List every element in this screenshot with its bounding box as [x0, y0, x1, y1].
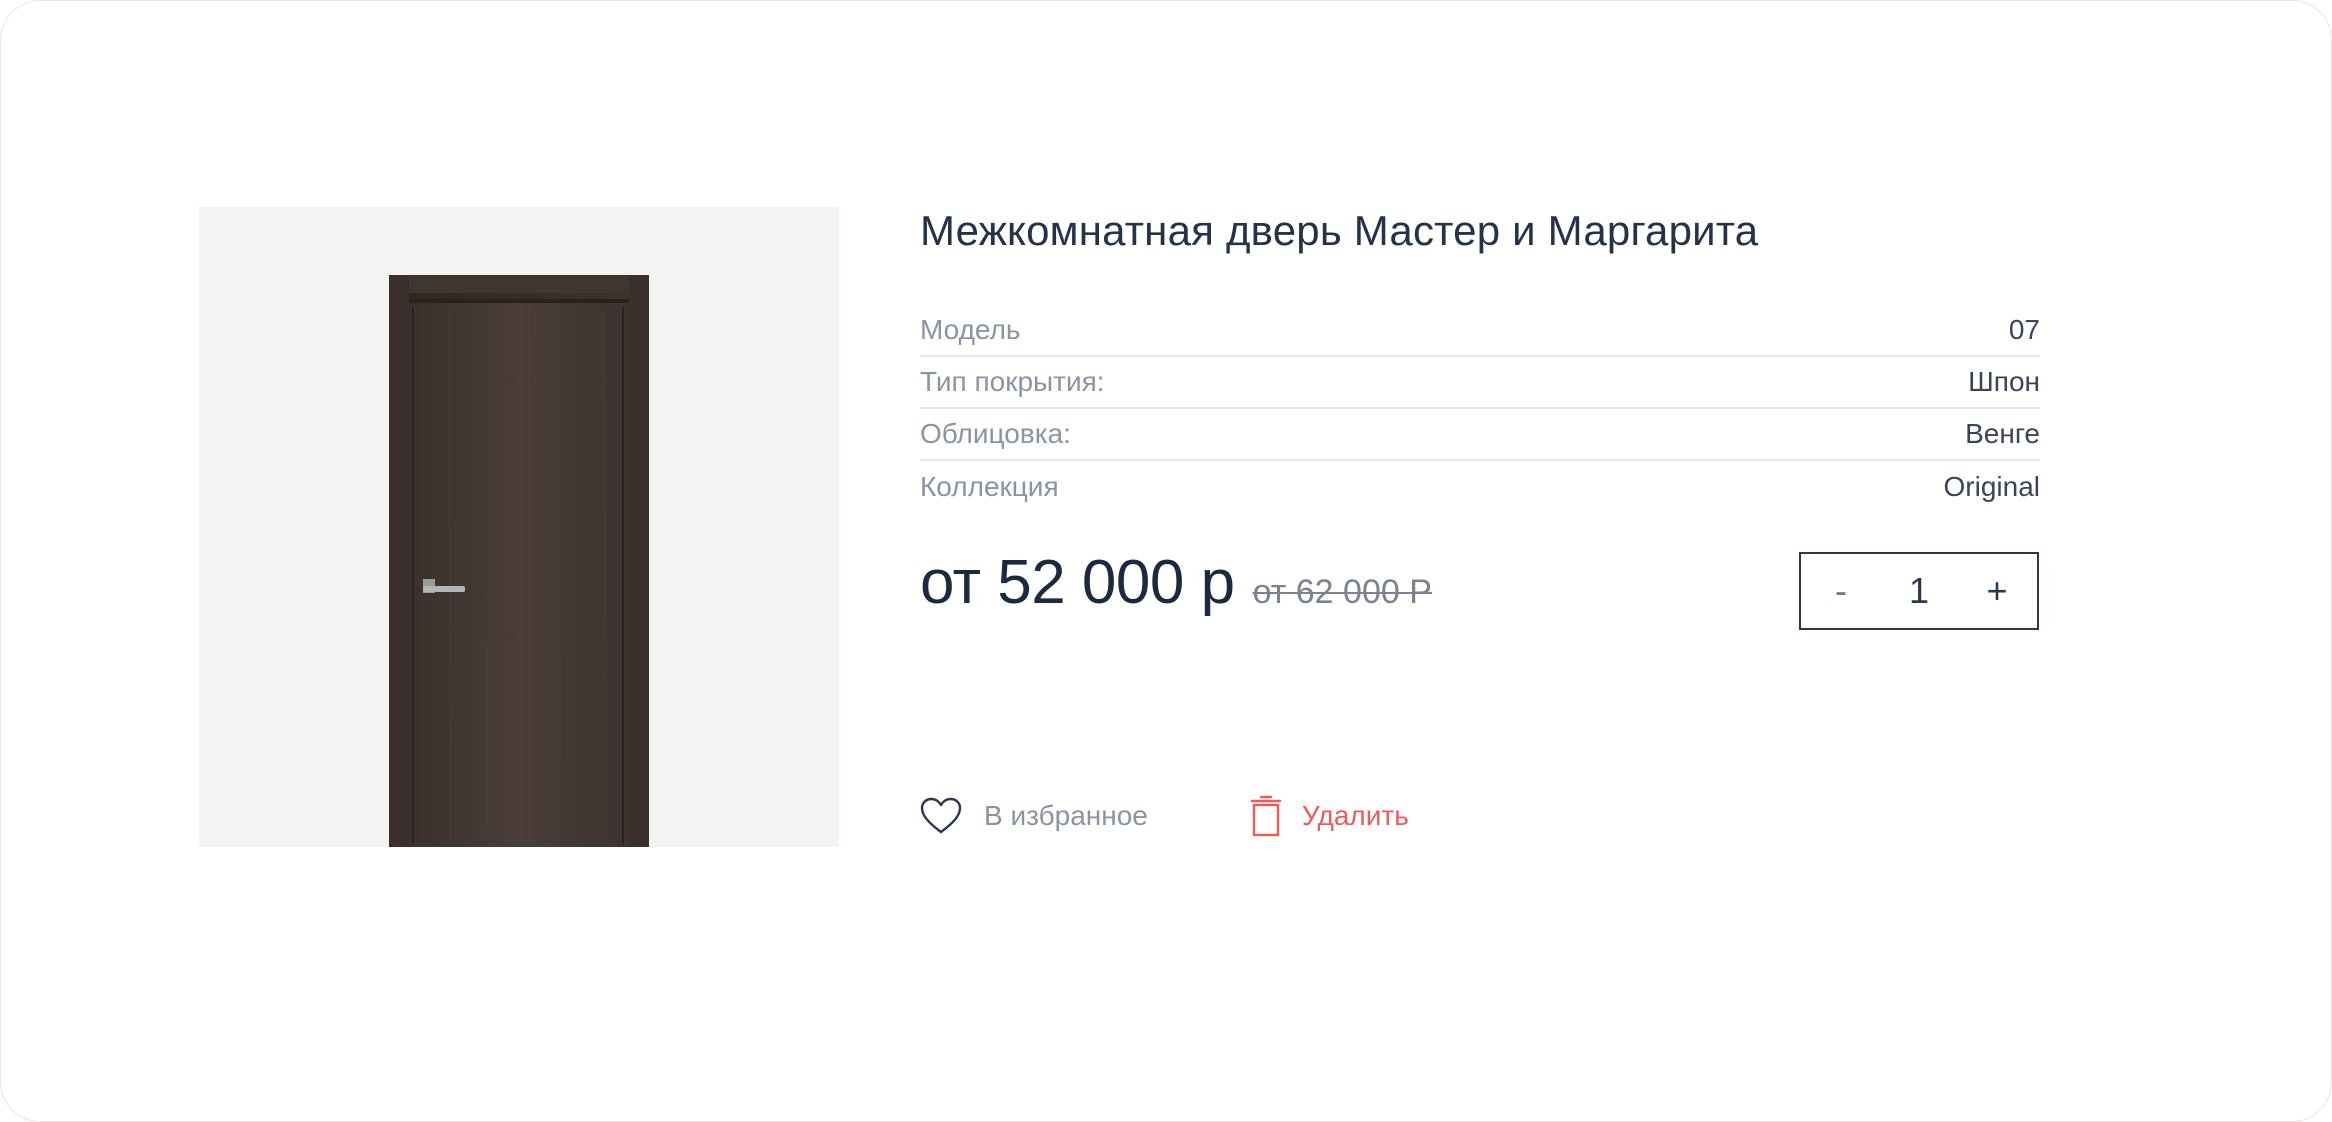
- property-row-coating: Тип покрытия: Шпон: [920, 357, 2040, 409]
- property-row-model: Модель 07: [920, 305, 2040, 357]
- property-value: Венге: [1965, 418, 2040, 449]
- property-label: Модель: [920, 314, 1021, 345]
- quantity-stepper: - 1 +: [1799, 552, 2039, 630]
- product-title[interactable]: Межкомнатная дверь Мастер и Маргарита: [920, 201, 2040, 261]
- trash-icon: [1250, 795, 1282, 837]
- handle-lever: [423, 586, 465, 592]
- property-label: Коллекция: [920, 471, 1059, 502]
- quantity-decrease-button[interactable]: -: [1801, 570, 1881, 612]
- property-value: Original: [1943, 471, 2040, 502]
- property-value: Шпон: [1968, 366, 2040, 397]
- property-label: Тип покрытия:: [920, 366, 1105, 397]
- door-image: [389, 275, 649, 847]
- property-row-facing: Облицовка: Венге: [920, 409, 2040, 461]
- quantity-increase-button[interactable]: +: [1957, 570, 2037, 612]
- quantity-value[interactable]: 1: [1881, 570, 1957, 612]
- property-row-collection: Коллекция Original: [920, 461, 2040, 513]
- old-price: от 62 000 Р: [1252, 573, 1432, 611]
- property-label: Облицовка:: [920, 418, 1071, 449]
- current-price: от 52 000 р: [920, 548, 1235, 617]
- delete-label: Удалить: [1301, 800, 1409, 831]
- cart-item-card: Межкомнатная дверь Мастер и Маргарита Мо…: [0, 0, 2332, 1122]
- product-info: Межкомнатная дверь Мастер и Маргарита Мо…: [920, 201, 2040, 837]
- product-properties: Модель 07 Тип покрытия: Шпон Облицовка: …: [920, 305, 2040, 513]
- add-to-favorites-button[interactable]: В избранное: [920, 797, 1148, 835]
- delete-button[interactable]: Удалить: [1250, 795, 1409, 837]
- heart-icon: [920, 797, 962, 834]
- product-image[interactable]: [199, 207, 839, 847]
- item-actions: В избранное Удалить: [920, 795, 1409, 837]
- property-value: 07: [2008, 314, 2040, 345]
- price-block: от 52 000 р от 62 000 Р: [920, 547, 1432, 618]
- favorites-label: В избранное: [984, 800, 1148, 831]
